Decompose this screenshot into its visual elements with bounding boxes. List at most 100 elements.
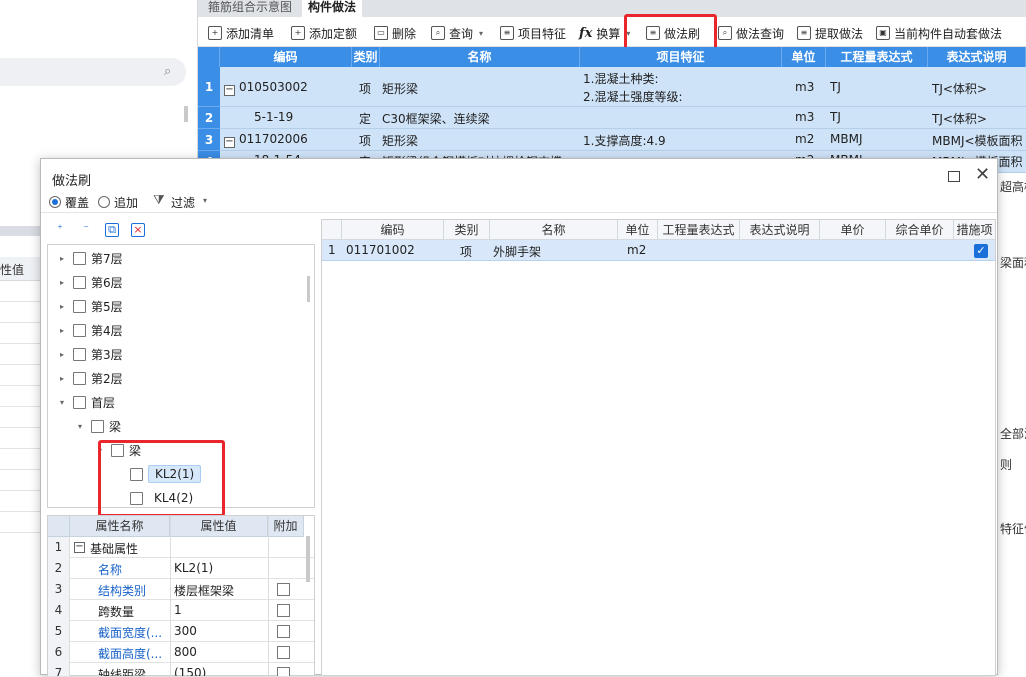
unit-cell[interactable]: m3	[795, 80, 814, 94]
tree-checkbox[interactable]	[91, 419, 104, 433]
tab-component-method[interactable]: 构件做法	[302, 0, 363, 17]
tree-checkbox[interactable]	[73, 371, 86, 385]
prop-value[interactable]: 楼层框架梁	[174, 582, 234, 599]
expr-cell[interactable]: TJ	[830, 80, 841, 94]
prop-value[interactable]: 300	[174, 624, 197, 638]
expand-arrow-icon[interactable]: ▸	[60, 302, 68, 311]
grid-type-cell[interactable]: 项	[460, 243, 472, 261]
prop-extra-checkbox[interactable]	[277, 667, 290, 676]
tree-item[interactable]: ▾ 梁	[78, 416, 121, 436]
name-cell[interactable]: C30框架梁、连续梁	[382, 110, 490, 127]
grid-header-type[interactable]: 类别	[444, 220, 490, 240]
property-row[interactable]: 5 截面宽度(... 300	[48, 621, 314, 642]
append-label[interactable]: 追加	[114, 194, 138, 211]
column-header-code[interactable]: 编码	[220, 47, 352, 67]
prop-extra-checkbox[interactable]	[277, 583, 290, 596]
expr-cell[interactable]: MBMJ	[830, 132, 862, 146]
tree-scrollbar[interactable]	[307, 276, 310, 302]
collapse-arrow-icon[interactable]: ▾	[78, 422, 86, 431]
property-row[interactable]: 4 跨数量 1	[48, 600, 314, 621]
left-scrollbar[interactable]	[184, 106, 188, 122]
copy-icon[interactable]: ⧉	[105, 223, 119, 237]
add-quota-button[interactable]: + 添加定额	[291, 24, 357, 42]
prop-extra-checkbox[interactable]	[277, 625, 290, 638]
expand-arrow-icon[interactable]: ▸	[60, 278, 68, 287]
grid-code-cell[interactable]: 011701002	[346, 243, 415, 261]
tree-checkbox[interactable]	[73, 299, 86, 313]
auto-apply-button[interactable]: ▣ 当前构件自动套做法	[876, 24, 1002, 42]
tree-checkbox[interactable]	[73, 323, 86, 337]
tree-checkbox[interactable]	[73, 275, 86, 289]
collapse-icon[interactable]: −	[224, 137, 235, 148]
extract-method-button[interactable]: ≡ 提取做法	[797, 24, 863, 42]
prop-value[interactable]: 1	[174, 603, 182, 617]
collapse-arrow-icon[interactable]: ▾	[60, 398, 68, 407]
code-cell[interactable]: −011702006	[224, 132, 308, 148]
collapse-all-icon[interactable]: ⁻	[79, 223, 93, 237]
tree-item[interactable]: ▸ 第7层	[60, 248, 123, 268]
prop-extra-checkbox[interactable]	[277, 604, 290, 617]
collapse-icon[interactable]: −	[74, 542, 85, 553]
column-header-unit[interactable]: 单位	[782, 47, 826, 67]
project-feature-button[interactable]: ≡ 项目特征	[500, 24, 566, 42]
dialog-titlebar[interactable]: 做法刷 ✕	[41, 159, 997, 189]
code-cell[interactable]: −010503002	[224, 80, 308, 96]
grid-header-desc[interactable]: 表达式说明	[740, 220, 820, 240]
clear-selection-icon[interactable]: ×	[131, 223, 145, 237]
property-row[interactable]: 3 结构类别 楼层框架梁	[48, 579, 314, 600]
feature-cell-line1[interactable]: 1.混凝土种类:	[583, 70, 659, 87]
delete-button[interactable]: ▭ 删除	[374, 24, 416, 42]
name-cell[interactable]: 矩形梁	[382, 80, 418, 97]
type-cell[interactable]: 项	[359, 80, 371, 97]
append-radio[interactable]	[98, 196, 110, 208]
expand-all-icon[interactable]: ⁺	[53, 223, 67, 237]
type-cell[interactable]: 项	[359, 132, 371, 149]
column-header-expr[interactable]: 工程量表达式	[826, 47, 928, 67]
unit-cell[interactable]: m2	[795, 132, 814, 146]
close-icon[interactable]: ✕	[975, 165, 990, 185]
grid-name-cell[interactable]: 外脚手架	[493, 243, 541, 261]
table-row[interactable]	[198, 107, 1026, 129]
method-query-button[interactable]: ⌕ 做法查询	[718, 24, 784, 42]
filter-icon[interactable]: ⧩	[153, 193, 165, 208]
add-list-button[interactable]: + 添加清单	[208, 24, 274, 42]
desc-cell[interactable]: MBMJ<模板面积	[932, 132, 1023, 149]
grid-header-price[interactable]: 单价	[820, 220, 886, 240]
tree-checkbox[interactable]	[73, 395, 86, 409]
property-row[interactable]: 6 截面高度(... 800	[48, 642, 314, 663]
tree-checkbox[interactable]	[73, 347, 86, 361]
tab-stirrup-diagram[interactable]: 箍筋组合示意图	[202, 0, 298, 17]
type-cell[interactable]: 定	[359, 110, 371, 127]
grid-header-total-price[interactable]: 综合单价	[886, 220, 954, 240]
desc-cell[interactable]: TJ<体积>	[932, 80, 987, 97]
table-row[interactable]	[322, 240, 995, 261]
tree-checkbox[interactable]	[73, 251, 86, 265]
chevron-down-icon[interactable]: ▾	[203, 196, 207, 205]
unit-cell[interactable]: m3	[795, 110, 814, 124]
grid-header-code[interactable]: 编码	[342, 220, 444, 240]
prop-value[interactable]: KL2(1)	[174, 561, 213, 575]
expand-arrow-icon[interactable]: ▸	[60, 326, 68, 335]
collapse-icon[interactable]: −	[224, 85, 235, 96]
tree-item[interactable]: ▸ 第3层	[60, 344, 123, 364]
desc-cell[interactable]: TJ<体积>	[932, 110, 987, 127]
expr-cell[interactable]: TJ	[830, 110, 841, 124]
grid-unit-cell[interactable]: m2	[627, 243, 646, 261]
overwrite-label[interactable]: 覆盖	[65, 194, 89, 211]
grid-header-measure[interactable]: 措施项	[954, 220, 995, 240]
prop-scrollbar[interactable]	[306, 536, 310, 582]
measure-checkbox[interactable]: ✓	[974, 244, 988, 258]
feature-cell-line2[interactable]: 2.混凝土强度等级:	[583, 88, 683, 105]
grid-header-unit[interactable]: 单位	[618, 220, 658, 240]
expand-arrow-icon[interactable]: ▸	[60, 350, 68, 359]
tree-item[interactable]: ▾ 首层	[60, 392, 115, 412]
expand-arrow-icon[interactable]: ▸	[60, 374, 68, 383]
name-cell[interactable]: 矩形梁	[382, 132, 418, 149]
tree-item[interactable]: ▸ 第6层	[60, 272, 123, 292]
search-icon[interactable]: ⌕	[164, 64, 178, 79]
prop-value[interactable]: 800	[174, 645, 197, 659]
left-search-input[interactable]	[0, 58, 186, 86]
prop-value[interactable]: (150)	[174, 666, 206, 676]
feature-cell-line1[interactable]: 1.支撑高度:4.9	[583, 132, 666, 149]
query-button[interactable]: ⌕ 查询 ▾	[431, 24, 483, 42]
